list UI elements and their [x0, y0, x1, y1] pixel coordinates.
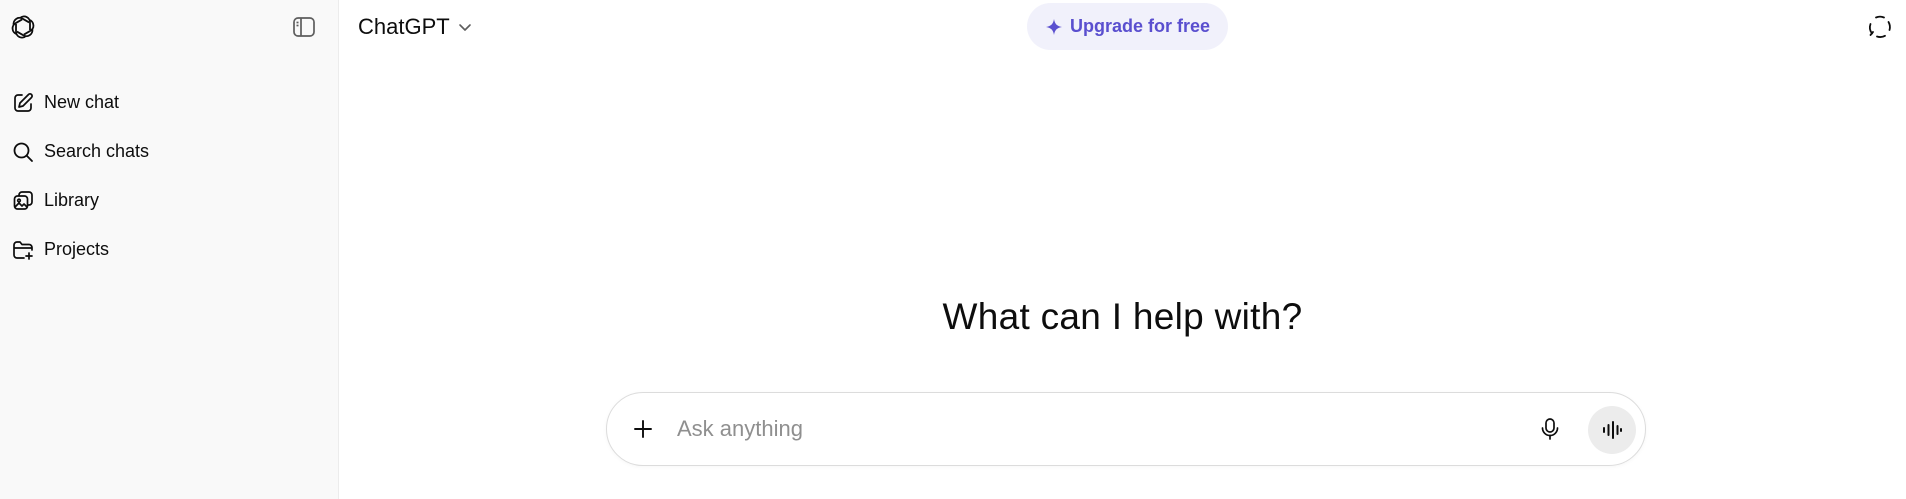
microphone-icon[interactable] — [1531, 410, 1569, 448]
sidebar-header — [0, 0, 338, 54]
sidebar-nav: New chat Search chats Library Projects — [0, 78, 338, 274]
edit-icon — [11, 91, 35, 115]
app-window: New chat Search chats Library Projects C… — [0, 0, 1906, 499]
sidebar-item-library[interactable]: Library — [0, 176, 330, 225]
openai-logo-icon[interactable] — [8, 12, 38, 42]
chevron-down-icon — [457, 19, 473, 35]
sidebar-item-label: Search chats — [44, 141, 150, 161]
sidebar-item-label: Projects — [44, 239, 110, 259]
model-name: ChatGPT — [358, 14, 450, 39]
sidebar: New chat Search chats Library Projects — [0, 0, 339, 499]
upgrade-button[interactable]: Upgrade for free — [1027, 3, 1228, 50]
sidebar-item-search-chats[interactable]: Search chats — [0, 127, 330, 176]
model-picker[interactable]: ChatGPT — [358, 12, 473, 42]
temporary-chat-icon[interactable] — [1866, 13, 1894, 41]
folder-add-icon — [11, 238, 35, 262]
library-icon — [11, 189, 35, 213]
prompt-input[interactable] — [677, 412, 1517, 446]
sidebar-item-new-chat[interactable]: New chat — [0, 78, 330, 127]
main-panel: ChatGPT Upgrade for free What can I help… — [339, 0, 1906, 499]
upgrade-label: Upgrade for free — [1069, 16, 1211, 36]
voice-mode-icon[interactable] — [1588, 406, 1636, 454]
sidebar-item-projects[interactable]: Projects — [0, 225, 330, 274]
plus-icon[interactable] — [625, 411, 661, 447]
sidebar-toggle-icon[interactable] — [288, 12, 320, 42]
page-title: What can I help with? — [942, 296, 1303, 337]
sidebar-item-label: Library — [44, 190, 100, 210]
chat-composer — [606, 392, 1646, 466]
search-icon — [11, 140, 35, 164]
sparkle-icon — [1045, 18, 1063, 36]
sidebar-item-label: New chat — [44, 92, 120, 112]
